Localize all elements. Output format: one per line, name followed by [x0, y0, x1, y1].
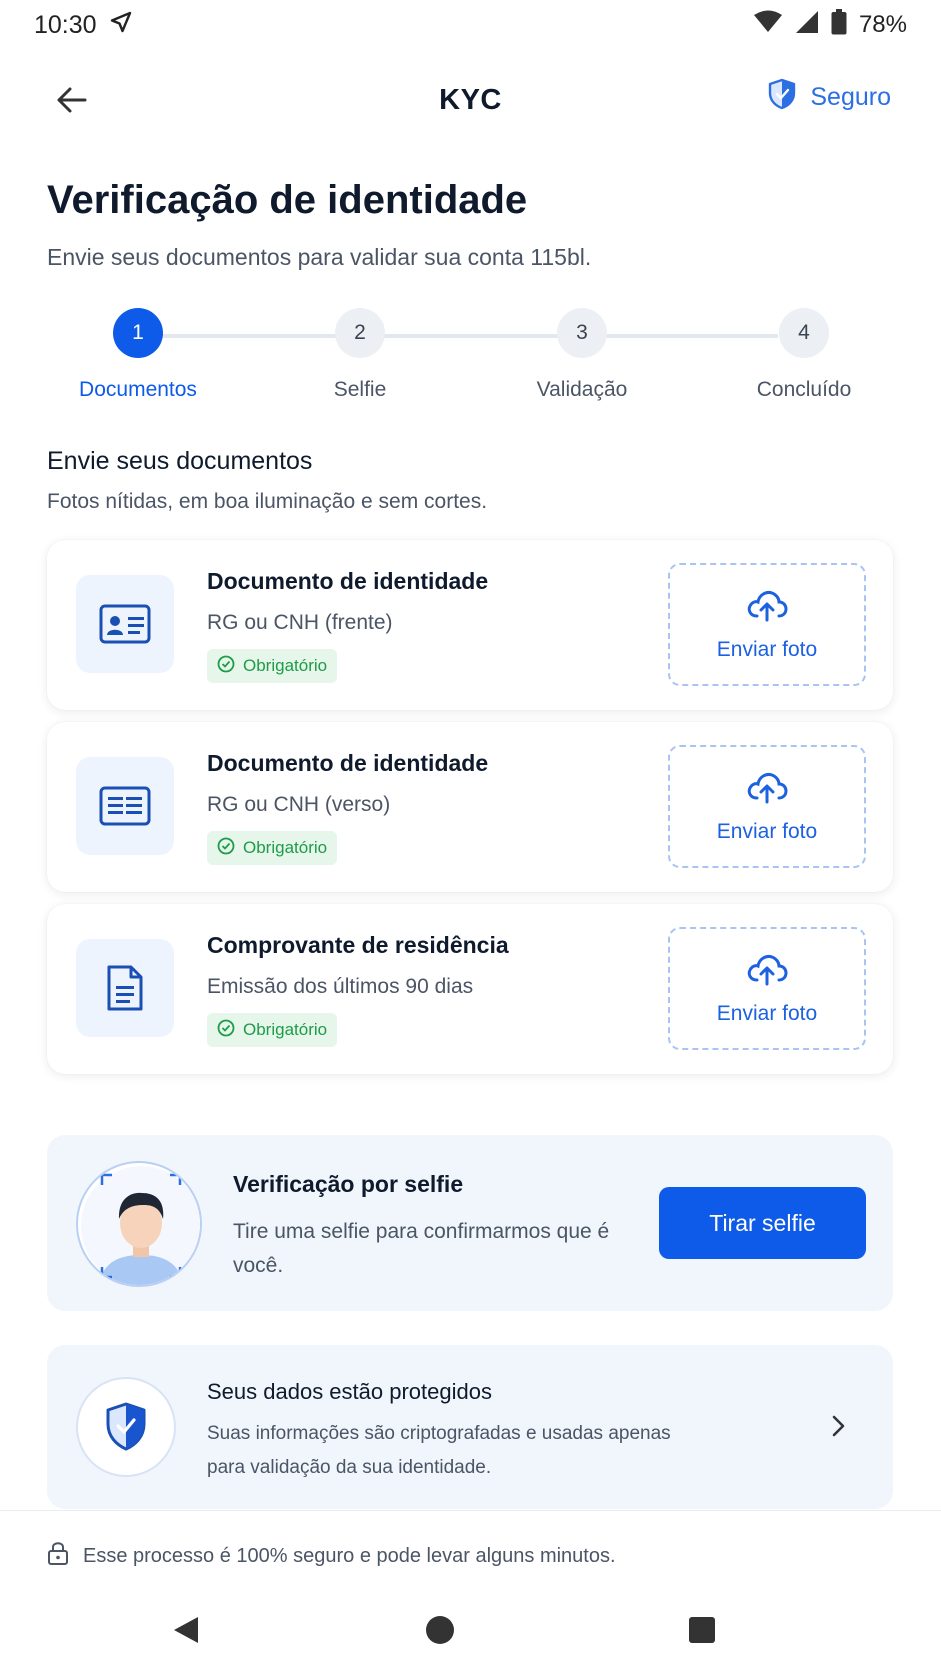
- step-number: 3: [557, 308, 607, 358]
- selfie-title: Verificação por selfie: [233, 1171, 464, 1197]
- step-label: Concluído: [756, 378, 852, 401]
- cloud-upload-icon: [746, 770, 788, 810]
- wifi-icon: [753, 10, 783, 41]
- data-protection-card[interactable]: Seus dados estão protegidos Suas informa…: [47, 1345, 893, 1509]
- badge-label: Obrigatório: [243, 1020, 328, 1039]
- required-badge: Obrigatório: [207, 649, 338, 683]
- lock-icon: [47, 1540, 69, 1572]
- step-label: Documentos: [79, 378, 197, 401]
- documents-section-subtitle: Fotos nítidas, em boa iluminação e sem c…: [47, 490, 488, 513]
- status-time: 10:30: [34, 10, 97, 39]
- id-card-icon: [76, 575, 174, 673]
- step-label: Validação: [536, 378, 628, 401]
- badge-label: Obrigatório: [243, 838, 328, 857]
- app-bar: KYC Seguro: [0, 60, 941, 140]
- step-selfie[interactable]: 2 Selfie: [260, 308, 460, 402]
- nav-back-icon[interactable]: [164, 1608, 208, 1652]
- nav-recents-icon[interactable]: [680, 1608, 724, 1652]
- upload-photo-button[interactable]: Enviar foto: [668, 563, 866, 686]
- nav-home-icon[interactable]: [418, 1608, 462, 1652]
- check-circle-icon: [217, 837, 235, 860]
- upload-label: Enviar foto: [716, 1001, 818, 1025]
- app-bar-title: KYC: [439, 83, 502, 116]
- battery-percent: 78%: [858, 11, 907, 38]
- document-card-id-front: Documento de identidade RG ou CNH (frent…: [47, 540, 893, 710]
- document-description: RG ou CNH (frente): [207, 611, 393, 634]
- back-arrow-icon[interactable]: [50, 78, 94, 122]
- cloud-upload-icon: [746, 952, 788, 992]
- documents-section-title: Envie seus documentos: [47, 447, 313, 475]
- step-concluido[interactable]: 4 Concluído: [704, 308, 904, 402]
- upload-photo-button[interactable]: Enviar foto: [668, 927, 866, 1050]
- cloud-upload-icon: [746, 588, 788, 628]
- page-subtitle: Envie seus documentos para validar sua c…: [47, 244, 592, 270]
- shield-check-icon: [76, 1377, 176, 1477]
- take-selfie-button[interactable]: Tirar selfie: [659, 1187, 866, 1259]
- document-card-id-back: Documento de identidade RG ou CNH (verso…: [47, 722, 893, 892]
- shield-check-icon: [768, 78, 796, 117]
- document-card-proof-of-address: Comprovante de residência Emissão dos úl…: [47, 904, 893, 1074]
- signal-icon: [795, 10, 819, 41]
- secure-indicator[interactable]: Seguro: [768, 78, 891, 117]
- step-documentos[interactable]: 1 Documentos: [38, 308, 238, 402]
- step-number: 2: [335, 308, 385, 358]
- progress-stepper: 1 Documentos 2 Selfie 3 Validação 4 Conc…: [0, 308, 941, 401]
- security-footer: Esse processo é 100% seguro e pode levar…: [47, 1540, 616, 1572]
- step-number: 4: [779, 308, 829, 358]
- status-bar: 10:30 78%: [0, 0, 941, 50]
- document-title: Comprovante de residência: [207, 932, 509, 958]
- check-circle-icon: [217, 1019, 235, 1042]
- id-card-back-icon: [76, 757, 174, 855]
- upload-label: Enviar foto: [716, 819, 818, 843]
- document-description: RG ou CNH (verso): [207, 793, 391, 816]
- step-label: Selfie: [333, 378, 387, 401]
- secure-label: Seguro: [810, 83, 891, 111]
- protection-description: Suas informações são criptografadas e us…: [207, 1423, 671, 1478]
- selfie-verification-card: Verificação por selfie Tire uma selfie p…: [47, 1135, 893, 1311]
- badge-label: Obrigatório: [243, 656, 328, 675]
- chevron-right-icon: [823, 1411, 853, 1441]
- page-title: Verificação de identidade: [47, 178, 528, 222]
- footer-divider: [0, 1510, 941, 1511]
- step-number: 1: [113, 308, 163, 358]
- document-title: Documento de identidade: [207, 568, 489, 594]
- document-icon: [76, 939, 174, 1037]
- upload-label: Enviar foto: [716, 637, 818, 661]
- required-badge: Obrigatório: [207, 1013, 338, 1047]
- selfie-avatar-illustration: [76, 1161, 202, 1287]
- required-badge: Obrigatório: [207, 831, 338, 865]
- battery-icon: [831, 8, 847, 42]
- step-validacao[interactable]: 3 Validação: [482, 308, 682, 402]
- upload-photo-button[interactable]: Enviar foto: [668, 745, 866, 868]
- system-navigation-bar: [0, 1590, 941, 1672]
- document-description: Emissão dos últimos 90 dias: [207, 975, 474, 998]
- check-circle-icon: [217, 655, 235, 678]
- footer-text: Esse processo é 100% seguro e pode levar…: [83, 1544, 616, 1567]
- document-title: Documento de identidade: [207, 750, 489, 776]
- protection-title: Seus dados estão protegidos: [207, 1379, 492, 1404]
- location-arrow-icon: [109, 10, 133, 41]
- selfie-description: Tire uma selfie para confirmarmos que é …: [233, 1220, 610, 1277]
